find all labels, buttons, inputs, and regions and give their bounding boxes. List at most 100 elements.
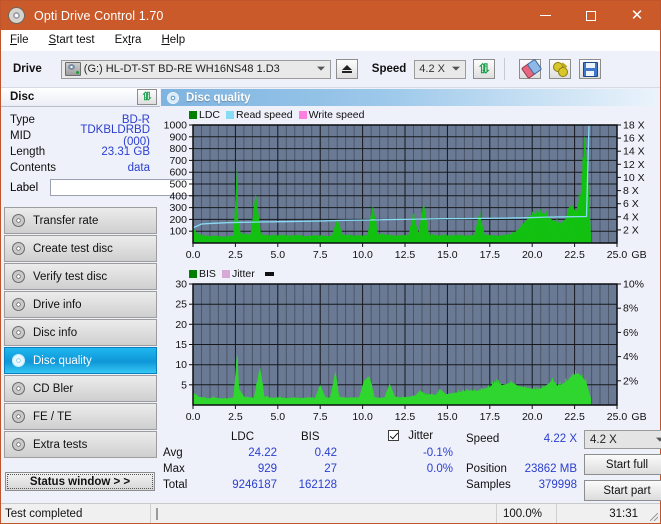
disc-icon bbox=[12, 242, 25, 255]
svg-text:900: 900 bbox=[169, 131, 187, 143]
svg-text:25: 25 bbox=[175, 299, 187, 311]
sidebar-item-drive-info[interactable]: Drive info bbox=[4, 291, 157, 318]
test-speed-select[interactable]: 4.2 X bbox=[584, 430, 661, 449]
svg-text:5: 5 bbox=[181, 379, 187, 391]
svg-text:10.0: 10.0 bbox=[352, 411, 373, 423]
speed-select[interactable]: 4.2 X bbox=[414, 59, 467, 79]
svg-text:5.0: 5.0 bbox=[270, 411, 285, 423]
disc-panel-title: Disc bbox=[10, 91, 35, 103]
legend-bis-label: BIS bbox=[199, 267, 216, 280]
sidebar-item-cd-bler[interactable]: CD Bler bbox=[4, 375, 157, 402]
stats-avg-jitter: -0.1% bbox=[422, 447, 453, 459]
bis-chart-legend: BIS Jitter bbox=[161, 267, 658, 280]
drive-select[interactable]: (G:) HL-DT-ST BD-RE WH16NS48 1.D3 bbox=[60, 59, 331, 79]
jitter-checkbox-row[interactable]: Jitter bbox=[388, 430, 433, 442]
svg-text:20.0: 20.0 bbox=[522, 411, 543, 423]
stats-row-avg-label: Avg bbox=[163, 447, 183, 459]
disc-icon bbox=[12, 354, 25, 367]
legend-write-speed-label: Write speed bbox=[308, 108, 365, 121]
start-full-button[interactable]: Start full bbox=[584, 454, 661, 475]
svg-text:100: 100 bbox=[169, 226, 187, 238]
sidebar-item-disc-info[interactable]: Disc info bbox=[4, 319, 157, 346]
progress-bar bbox=[156, 507, 158, 520]
sidebar-item-extra-tests[interactable]: Extra tests bbox=[4, 431, 157, 458]
minimize-button[interactable] bbox=[522, 1, 568, 30]
disc-info-fields: Type BD-R MID TDKBLDRBD (000) Length 23.… bbox=[1, 107, 252, 201]
tools-button[interactable] bbox=[549, 59, 572, 79]
disc-field-mid-key: MID bbox=[10, 130, 32, 142]
save-button[interactable] bbox=[579, 59, 602, 79]
window-controls: ✕ bbox=[522, 1, 660, 30]
svg-text:15: 15 bbox=[175, 339, 187, 351]
svg-text:8%: 8% bbox=[623, 303, 638, 315]
sidebar-item-verify-test-disc[interactable]: Verify test disc bbox=[4, 263, 157, 290]
svg-text:7.5: 7.5 bbox=[313, 249, 328, 261]
disc-quality-icon bbox=[167, 91, 179, 104]
app-disc-icon bbox=[8, 7, 25, 24]
svg-text:700: 700 bbox=[169, 155, 187, 167]
sidebar-item-transfer-rate[interactable]: Transfer rate bbox=[4, 207, 157, 234]
bis-chart: 5 10 15 20 25 30 2% 4% 6% 8% 10% 0.0 2.5 5.0 7.5 10.0 12… bbox=[161, 280, 658, 428]
svg-text:2.5: 2.5 bbox=[228, 411, 243, 423]
close-icon: ✕ bbox=[630, 7, 644, 24]
svg-text:10: 10 bbox=[175, 359, 187, 371]
disc-field-contents-value: data bbox=[127, 162, 150, 174]
disc-field-length-key: Length bbox=[10, 146, 46, 158]
maximize-button[interactable] bbox=[568, 1, 614, 30]
ldc-chart-legend: LDC Read speed Write speed bbox=[161, 108, 658, 121]
svg-text:15.0: 15.0 bbox=[437, 249, 458, 261]
status-window-button[interactable]: Status window > > bbox=[5, 472, 155, 491]
scroll-marker bbox=[264, 271, 274, 276]
svg-text:12.5: 12.5 bbox=[395, 249, 416, 261]
legend-jitter-label: Jitter bbox=[231, 267, 255, 280]
readout-position-value: 23862 MB bbox=[524, 463, 577, 475]
close-button[interactable]: ✕ bbox=[614, 1, 660, 30]
sidebar-item-fe-te[interactable]: FE / TE bbox=[4, 403, 157, 430]
refresh-drive-button[interactable]: ⇧ ⇩ bbox=[473, 59, 496, 79]
refresh-disc-button[interactable]: ⇧ ⇩ bbox=[137, 89, 157, 105]
optical-drive-icon bbox=[64, 62, 81, 76]
jitter-checkbox[interactable] bbox=[388, 430, 399, 441]
svg-text:14 X: 14 X bbox=[623, 146, 645, 158]
resize-grip-icon[interactable] bbox=[646, 504, 660, 523]
body: Disc ⇧ ⇩ Type BD-R MID TDKBLDRBD (000) Le… bbox=[1, 88, 661, 501]
readout-speed-label: Speed bbox=[466, 433, 500, 445]
sidebar: Disc ⇧ ⇩ Type BD-R MID TDKBLDRBD (000) Le… bbox=[1, 88, 252, 495]
svg-text:12.5: 12.5 bbox=[395, 411, 416, 423]
status-message: Test completed bbox=[1, 504, 151, 523]
menu-help[interactable]: Help bbox=[161, 34, 185, 46]
stats-area: LDC BIS Avg Max Total 24.22 929 9246187 … bbox=[161, 430, 661, 508]
sidebar-item-create-test-disc[interactable]: Create test disc bbox=[4, 235, 157, 262]
svg-text:4 X: 4 X bbox=[623, 211, 639, 223]
svg-text:22.5: 22.5 bbox=[564, 411, 585, 423]
test-speed-select-value: 4.2 X bbox=[590, 433, 617, 446]
menu-file[interactable]: FFileile bbox=[10, 34, 29, 46]
sidebar-item-label: Verify test disc bbox=[33, 270, 108, 283]
minimize-icon bbox=[539, 15, 551, 16]
sidebar-item-label: Disc quality bbox=[33, 354, 92, 367]
erase-button[interactable] bbox=[519, 58, 543, 80]
stats-max-jitter: 0.0% bbox=[426, 463, 453, 475]
menu-start-test[interactable]: Start test bbox=[49, 34, 95, 46]
legend-read-speed-label: Read speed bbox=[236, 108, 293, 121]
readout-samples-value: 379998 bbox=[538, 479, 577, 491]
stats-max-ldc: 929 bbox=[257, 463, 277, 475]
sidebar-item-disc-quality[interactable]: Disc quality bbox=[4, 347, 157, 374]
start-part-button[interactable]: Start part bbox=[584, 480, 661, 501]
menu-extra[interactable]: Extra bbox=[115, 34, 142, 46]
disc-field-type-key: Type bbox=[10, 114, 35, 126]
readout-position-label: Position bbox=[466, 463, 507, 475]
drive-toolbar: Drive (G:) HL-DT-ST BD-RE WH16NS48 1.D3 … bbox=[1, 51, 660, 88]
disc-icon bbox=[12, 214, 25, 227]
svg-text:30: 30 bbox=[175, 280, 187, 291]
svg-text:2 X: 2 X bbox=[623, 224, 639, 236]
svg-text:4%: 4% bbox=[623, 351, 638, 363]
disc-label-key: Label bbox=[10, 181, 39, 194]
svg-text:18 X: 18 X bbox=[623, 121, 645, 132]
sidebar-nav: Transfer rate Create test disc Verify te… bbox=[1, 207, 160, 458]
title-bar: Opti Drive Control 1.70 ✕ bbox=[1, 1, 660, 30]
svg-text:6 X: 6 X bbox=[623, 198, 639, 210]
progress-percent: 100.0% bbox=[496, 504, 556, 523]
eject-button[interactable] bbox=[335, 59, 358, 79]
stats-max-bis: 27 bbox=[324, 463, 337, 475]
